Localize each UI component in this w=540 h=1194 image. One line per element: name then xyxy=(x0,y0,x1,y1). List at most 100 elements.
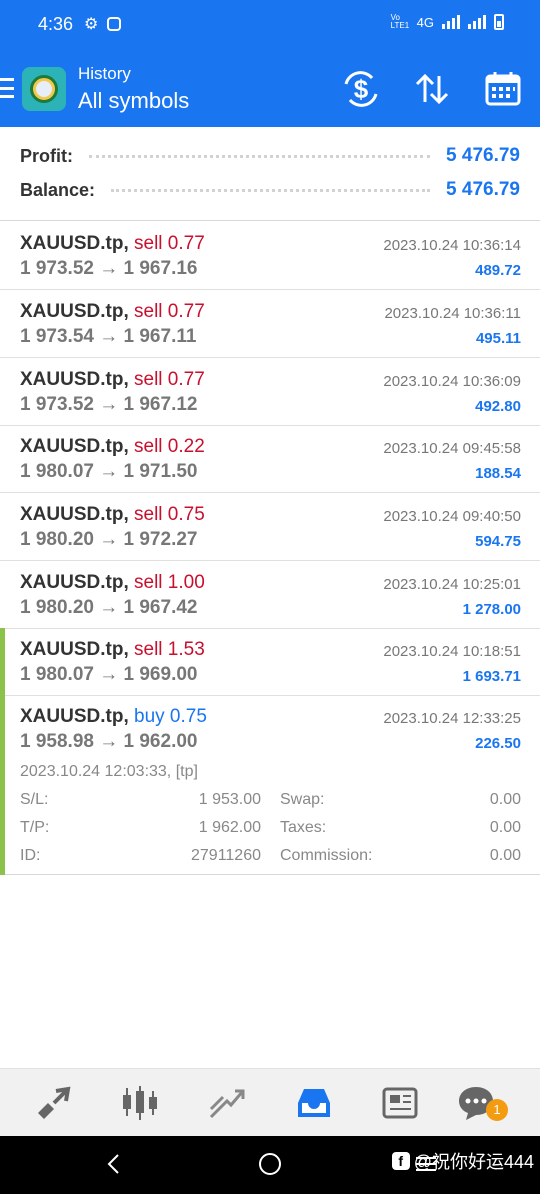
trade-row[interactable]: XAUUSD.tp, sell 0.22 1 980.07 → 1 971.50… xyxy=(0,425,540,493)
status-time: 4:36 xyxy=(38,14,74,34)
facebook-logo-icon: f xyxy=(391,1152,410,1170)
trade-profit: 226.50 xyxy=(475,735,521,752)
gear-icon: ⚙ xyxy=(84,16,99,33)
volte-icon: Vo LTE1 xyxy=(390,13,410,30)
trade-time: 2023.10.24 10:36:14 xyxy=(383,237,521,254)
details-row: ID: 27911260 Commission: 0.00 xyxy=(20,847,521,871)
tp-marker xyxy=(0,628,5,695)
dotted-leader xyxy=(89,154,431,158)
open-time: 2023.10.24 12:03:33, [tp] xyxy=(20,763,198,780)
trade-side: sell 0.77 xyxy=(134,369,205,390)
trade-row[interactable]: XAUUSD.tp, sell 0.77 1 973.52 → 1 967.16… xyxy=(0,222,540,290)
svg-text:$: $ xyxy=(354,74,369,104)
commission-value: 0.00 xyxy=(489,847,521,864)
symbol-selector[interactable]: All symbols xyxy=(78,88,189,114)
trade-profit: 495.11 xyxy=(475,330,521,347)
menu-icon[interactable] xyxy=(0,78,14,98)
app-bar: History All symbols $ xyxy=(0,50,540,127)
trade-side: sell 1.53 xyxy=(134,639,205,660)
sl-label: S/L: xyxy=(20,791,49,808)
home-icon[interactable] xyxy=(258,1152,282,1176)
trade-profit: 188.54 xyxy=(475,465,521,482)
trade-symbol: XAUUSD.tp, sell 1.53 xyxy=(20,639,205,660)
trade-time: 2023.10.24 12:33:25 xyxy=(383,710,521,727)
swap-label: Swap: xyxy=(280,791,325,808)
currency-exchange-icon[interactable]: $ xyxy=(342,70,380,108)
tp-value: 1 962.00 xyxy=(198,819,261,836)
watermark: f @祝你好运444 xyxy=(391,1148,534,1174)
tp-label: T/P: xyxy=(20,819,50,836)
system-navigation: f @祝你好运444 xyxy=(0,1136,540,1194)
sl-value: 1 953.00 xyxy=(198,791,261,808)
trade-row[interactable]: XAUUSD.tp, sell 1.53 1 980.07 → 1 969.00… xyxy=(0,628,540,696)
trade-row[interactable]: XAUUSD.tp, sell 0.77 1 973.54 → 1 967.11… xyxy=(0,290,540,358)
trade-row[interactable]: XAUUSD.tp, sell 0.75 1 980.20 → 1 972.27… xyxy=(0,493,540,561)
taxes-value: 0.00 xyxy=(489,819,521,836)
trade-side: sell 1.00 xyxy=(134,572,205,593)
balance-label: Balance: xyxy=(20,179,96,200)
signal-icon-2 xyxy=(468,15,486,29)
trade-time: 2023.10.24 10:36:11 xyxy=(384,305,521,322)
trade-symbol: XAUUSD.tp, sell 0.75 xyxy=(20,504,205,525)
trade-time: 2023.10.24 10:36:09 xyxy=(383,373,521,390)
trade-prices: 1 980.07 → 1 969.00 xyxy=(20,664,198,685)
trade-profit: 1 278.00 xyxy=(462,601,521,618)
trade-row-expanded[interactable]: XAUUSD.tp, buy 0.75 1 958.98 → 1 962.00 … xyxy=(0,695,540,763)
trade-details: 2023.10.24 12:03:33, [tp] S/L: 1 953.00 … xyxy=(0,695,540,875)
tp-marker xyxy=(0,695,5,875)
trade-symbol: XAUUSD.tp, sell 0.77 xyxy=(20,233,205,254)
account-summary: Profit: 5 476.79 Balance: 5 476.79 xyxy=(0,127,540,221)
balance-value: 5 476.79 xyxy=(446,179,520,200)
details-row: S/L: 1 953.00 Swap: 0.00 xyxy=(20,791,521,815)
trade-time: 2023.10.24 09:40:50 xyxy=(383,508,521,525)
battery-icon xyxy=(494,14,504,30)
news-icon[interactable] xyxy=(380,1083,420,1123)
app-logo xyxy=(22,67,66,111)
taxes-label: Taxes: xyxy=(280,819,327,836)
dotted-leader xyxy=(111,188,431,192)
id-value: 27911260 xyxy=(191,847,261,864)
calendar-icon[interactable] xyxy=(484,70,522,108)
trade-side: sell 0.22 xyxy=(134,436,205,457)
trade-icon[interactable] xyxy=(207,1083,247,1123)
status-right-icons: Vo LTE1 4G xyxy=(391,14,504,30)
trade-symbol: XAUUSD.tp, sell 0.77 xyxy=(20,301,205,322)
page-subtitle: History xyxy=(78,64,131,83)
swap-value: 0.00 xyxy=(489,791,521,808)
quotes-icon[interactable] xyxy=(34,1083,74,1123)
status-bar: 4:36 ⚙ Vo LTE1 4G xyxy=(0,0,540,50)
trade-profit: 594.75 xyxy=(475,533,521,550)
trade-time: 2023.10.24 09:45:58 xyxy=(383,440,521,457)
trade-profit: 489.72 xyxy=(475,262,521,279)
trade-side: sell 0.77 xyxy=(134,233,205,254)
trade-profit: 1 693.71 xyxy=(462,668,521,685)
trade-prices: 1 973.54 → 1 967.11 xyxy=(20,326,197,347)
trade-side: sell 0.75 xyxy=(134,504,205,525)
sort-icon[interactable] xyxy=(413,70,451,108)
profit-value: 5 476.79 xyxy=(446,145,520,166)
commission-label: Commission: xyxy=(280,847,373,864)
trade-symbol: XAUUSD.tp, buy 0.75 xyxy=(20,706,207,727)
trade-time: 2023.10.24 10:18:51 xyxy=(383,643,521,660)
trade-prices: 1 980.07 → 1 971.50 xyxy=(20,461,198,482)
notification-badge: 1 xyxy=(486,1099,508,1121)
trade-prices: 1 980.20 → 1 967.42 xyxy=(20,597,198,618)
watermark-text: @祝你好运444 xyxy=(413,1152,534,1172)
bottom-nav xyxy=(0,1068,540,1136)
trade-time: 2023.10.24 10:25:01 xyxy=(383,576,521,593)
back-icon[interactable] xyxy=(104,1152,124,1176)
details-row: T/P: 1 962.00 Taxes: 0.00 xyxy=(20,819,521,843)
trade-row[interactable]: XAUUSD.tp, sell 1.00 1 980.20 → 1 967.42… xyxy=(0,561,540,629)
trade-side: sell 0.77 xyxy=(134,301,205,322)
trade-symbol: XAUUSD.tp, sell 0.77 xyxy=(20,369,205,390)
instagram-icon xyxy=(106,17,121,31)
trade-prices: 1 973.52 → 1 967.12 xyxy=(20,394,198,415)
history-icon[interactable] xyxy=(294,1083,334,1123)
chart-icon[interactable] xyxy=(120,1083,160,1123)
trade-prices: 1 973.52 → 1 967.16 xyxy=(20,258,198,279)
profit-label: Profit: xyxy=(20,145,73,166)
signal-icon xyxy=(442,15,460,29)
trade-profit: 492.80 xyxy=(475,398,521,415)
trade-row[interactable]: XAUUSD.tp, sell 0.77 1 973.52 → 1 967.12… xyxy=(0,358,540,426)
network-type: 4G xyxy=(416,14,434,30)
